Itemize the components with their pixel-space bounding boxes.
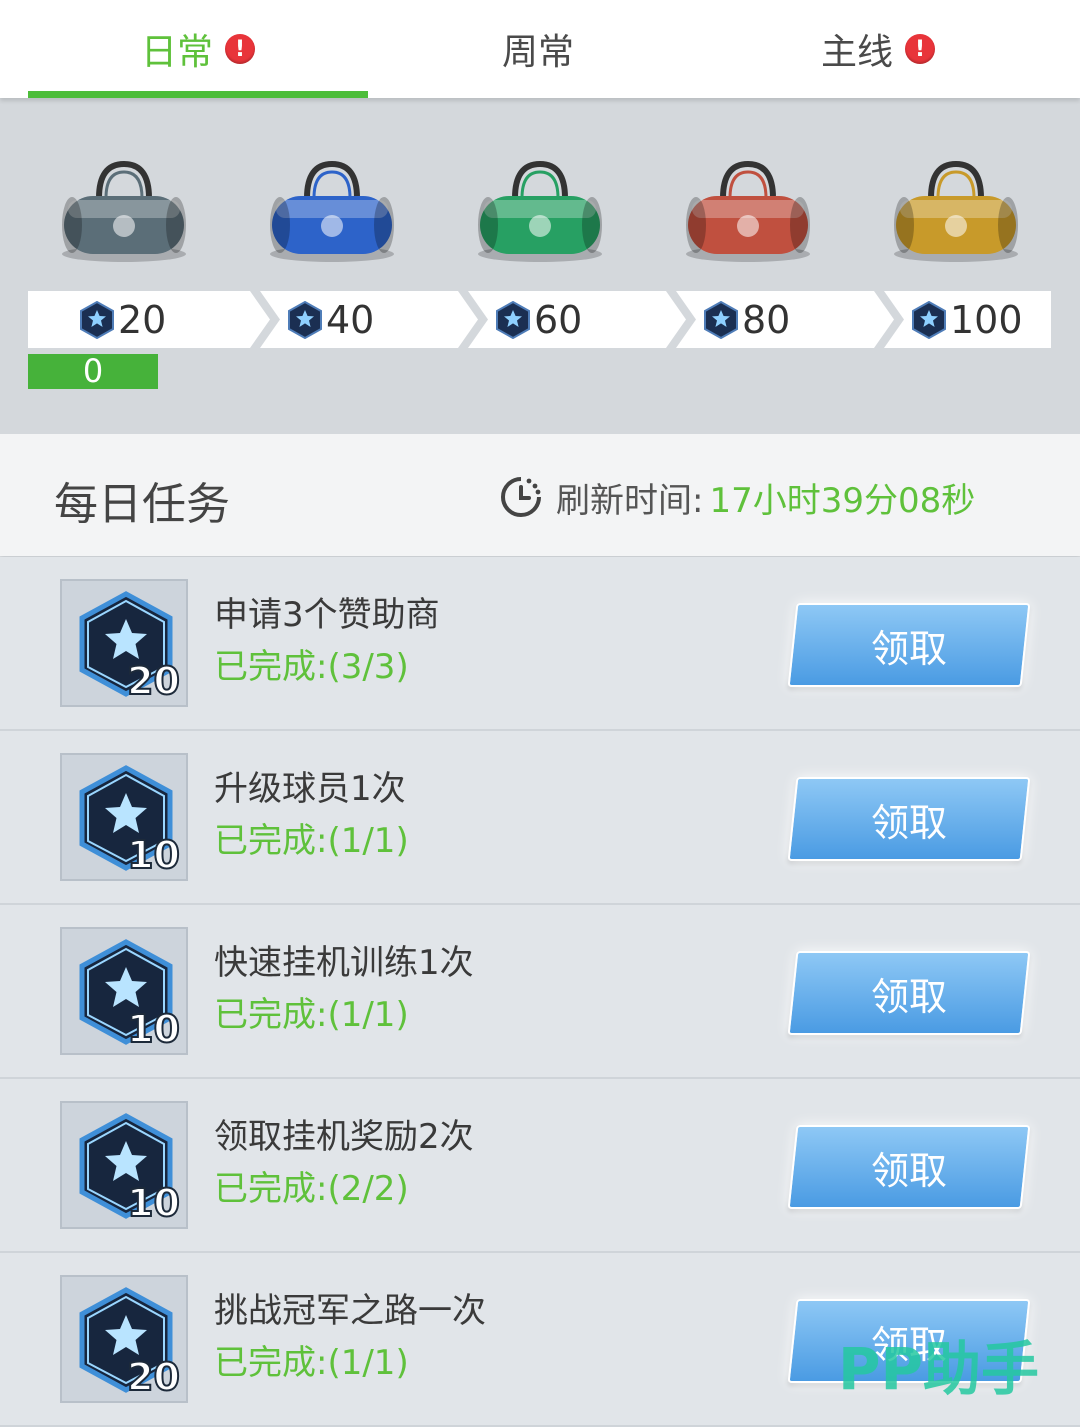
refresh-timer: 刷新时间: 17小时39分08秒 bbox=[498, 474, 976, 521]
current-points: 0 bbox=[82, 352, 104, 390]
reward-progress-panel: 20 40 60 80 100 0 bbox=[0, 98, 1080, 434]
tab-main[interactable]: 主线 ! bbox=[708, 0, 1048, 98]
chevron-right-icon bbox=[458, 291, 488, 348]
tab-main-label: 主线 bbox=[820, 32, 893, 73]
task-progress: 已完成:(2/2) bbox=[214, 1169, 409, 1209]
star-badge-icon bbox=[288, 300, 322, 339]
claim-button-label: 领取 bbox=[870, 626, 947, 671]
claim-button-label: 领取 bbox=[870, 1148, 947, 1193]
refresh-time: 17小时39分08秒 bbox=[709, 480, 976, 521]
task-progress: 已完成:(3/3) bbox=[214, 647, 409, 687]
task-points: 20 bbox=[126, 658, 181, 704]
milestone-value: 40 bbox=[326, 297, 375, 342]
milestone-value: 60 bbox=[534, 297, 583, 342]
tab-daily-label: 日常 bbox=[140, 32, 213, 73]
task-row: 20 申请3个赞助商 已完成:(3/3) 领取 bbox=[0, 557, 1080, 731]
milestone-value: 100 bbox=[950, 297, 1023, 342]
task-title: 升级球员1次 bbox=[214, 769, 406, 809]
claim-button[interactable]: 领取 bbox=[787, 603, 1031, 687]
chevron-right-icon bbox=[250, 291, 280, 348]
claim-button[interactable]: 领取 bbox=[787, 777, 1031, 861]
green-bag-icon[interactable] bbox=[470, 158, 610, 268]
task-reward-icon: 10 bbox=[60, 927, 188, 1055]
milestone-1: 20 bbox=[80, 291, 166, 348]
points-progress-bar: 0 bbox=[28, 354, 158, 389]
blue-bag-icon[interactable] bbox=[262, 158, 402, 268]
task-row: 10 升级球员1次 已完成:(1/1) 领取 bbox=[0, 731, 1080, 905]
tab-daily[interactable]: 日常 ! bbox=[28, 0, 368, 98]
milestone-value: 20 bbox=[118, 297, 167, 342]
task-title: 快速挂机训练1次 bbox=[214, 943, 474, 983]
task-title: 领取挂机奖励2次 bbox=[214, 1117, 474, 1157]
gray-bag-icon[interactable] bbox=[54, 158, 194, 268]
star-badge-icon bbox=[496, 300, 530, 339]
claim-button-label: 领取 bbox=[870, 800, 947, 845]
star-badge-icon bbox=[80, 300, 114, 339]
chevron-right-icon bbox=[874, 291, 904, 348]
task-points: 20 bbox=[126, 1354, 181, 1400]
milestone-5: 100 bbox=[912, 291, 1023, 348]
alert-icon: ! bbox=[905, 34, 935, 64]
refresh-label: 刷新时间: bbox=[556, 480, 704, 521]
task-list: 20 申请3个赞助商 已完成:(3/3) 领取 10 升级球员1次 已完成:(1/1) 领取 1… bbox=[0, 557, 1080, 1427]
tab-weekly[interactable]: 周常 bbox=[368, 0, 708, 98]
task-row: 10 领取挂机奖励2次 已完成:(2/2) 领取 bbox=[0, 1079, 1080, 1253]
red-bag-icon[interactable] bbox=[678, 158, 818, 268]
chevron-right-icon bbox=[666, 291, 696, 348]
milestone-value: 80 bbox=[742, 297, 791, 342]
clock-icon bbox=[501, 477, 541, 517]
active-tab-indicator bbox=[28, 91, 368, 98]
tab-weekly-label: 周常 bbox=[501, 32, 574, 73]
task-progress: 已完成:(1/1) bbox=[214, 1343, 409, 1383]
task-progress: 已完成:(1/1) bbox=[214, 821, 409, 861]
task-points: 10 bbox=[126, 832, 181, 878]
section-title: 每日任务 bbox=[54, 479, 230, 530]
alert-icon: ! bbox=[225, 34, 255, 64]
task-row: 10 快速挂机训练1次 已完成:(1/1) 领取 bbox=[0, 905, 1080, 1079]
task-title: 申请3个赞助商 bbox=[214, 595, 440, 635]
task-reward-icon: 20 bbox=[60, 1275, 188, 1403]
claim-button[interactable]: 领取 bbox=[787, 1125, 1031, 1209]
milestone-4: 80 bbox=[704, 291, 790, 348]
claim-button[interactable]: 领取 bbox=[787, 951, 1031, 1035]
task-progress: 已完成:(1/1) bbox=[214, 995, 409, 1035]
task-reward-icon: 20 bbox=[60, 579, 188, 707]
claim-button-label: 领取 bbox=[870, 974, 947, 1019]
task-reward-icon: 10 bbox=[60, 753, 188, 881]
tab-bar: 日常 ! 周常 主线 ! bbox=[0, 0, 1080, 98]
milestone-strip: 20 40 60 80 100 bbox=[28, 291, 1051, 348]
section-header: 每日任务 刷新时间: 17小时39分08秒 bbox=[0, 434, 1080, 556]
milestone-2: 40 bbox=[288, 291, 374, 348]
star-badge-icon bbox=[912, 300, 946, 339]
task-reward-icon: 10 bbox=[60, 1101, 188, 1229]
gold-bag-icon[interactable] bbox=[886, 158, 1026, 268]
watermark: PP助手 bbox=[838, 1335, 1040, 1403]
task-points: 10 bbox=[126, 1180, 181, 1226]
task-points: 10 bbox=[126, 1006, 181, 1052]
star-badge-icon bbox=[704, 300, 738, 339]
milestone-3: 60 bbox=[496, 291, 582, 348]
task-title: 挑战冠军之路一次 bbox=[214, 1291, 486, 1331]
